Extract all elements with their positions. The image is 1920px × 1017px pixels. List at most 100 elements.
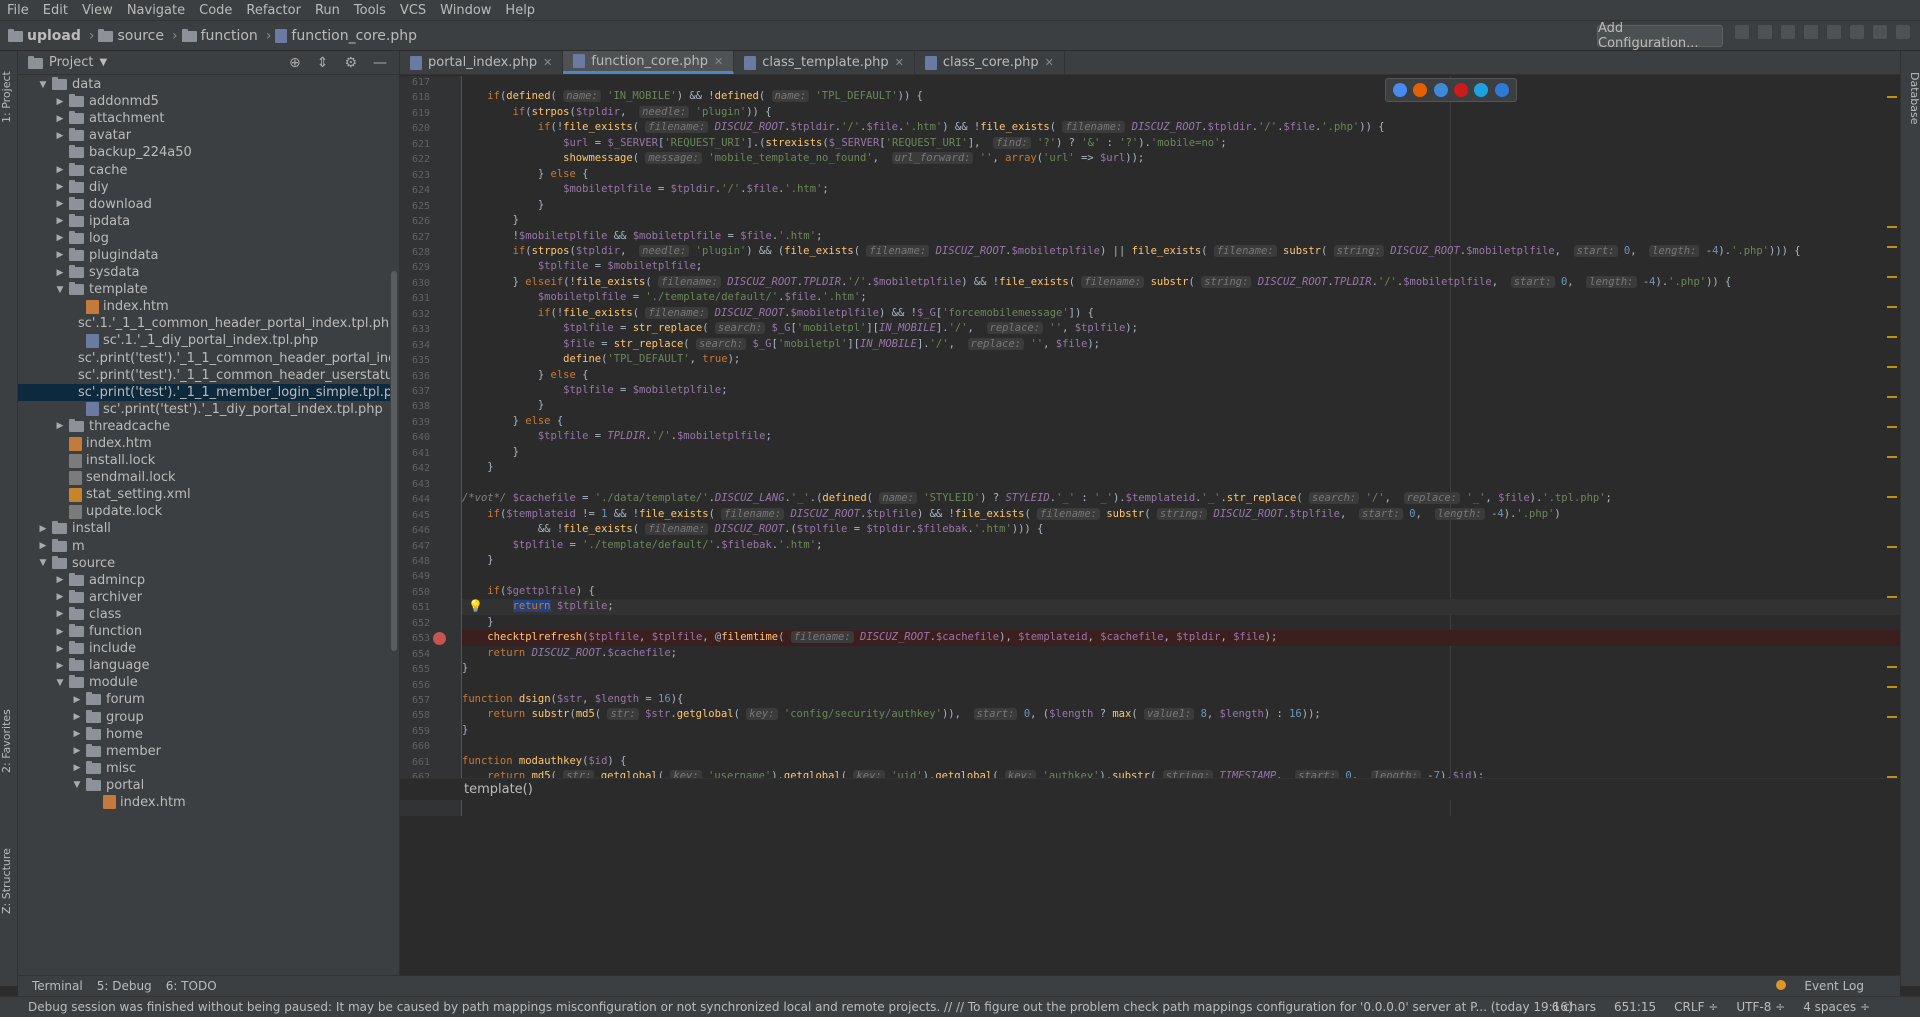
code-line[interactable]: } else {: [462, 368, 1900, 383]
code-line[interactable]: }: [462, 398, 1900, 413]
layout-icon[interactable]: [1850, 25, 1864, 39]
tree-item[interactable]: ▶ plugindata: [18, 247, 390, 264]
line-number[interactable]: 648: [400, 556, 430, 567]
expand-right-icon[interactable]: ▶: [54, 114, 66, 124]
tree-item[interactable]: ▶ install: [18, 520, 390, 537]
code-line[interactable]: }: [462, 553, 1900, 568]
expand-right-icon[interactable]: ▶: [54, 250, 66, 260]
menu-item-run[interactable]: Run: [308, 3, 347, 18]
line-number[interactable]: 659: [400, 726, 430, 737]
tree-item[interactable]: install.lock: [18, 452, 390, 469]
code-line[interactable]: if(defined( name: 'IN_MOBILE') && !defin…: [462, 89, 1900, 104]
ie-icon[interactable]: [1474, 83, 1489, 97]
menu-item-navigate[interactable]: Navigate: [120, 3, 192, 18]
expand-down-icon[interactable]: ▼: [37, 558, 49, 568]
line-number[interactable]: 635: [400, 355, 430, 366]
tree-item[interactable]: ▶ admincp: [18, 572, 390, 589]
line-number[interactable]: 637: [400, 386, 430, 397]
close-icon[interactable]: ✕: [1045, 56, 1054, 69]
line-number[interactable]: 619: [400, 108, 430, 119]
breadcrumb-upload[interactable]: upload: [8, 28, 81, 44]
tree-item[interactable]: backup_224a50: [18, 144, 390, 161]
code-line[interactable]: !$mobiletplfile && $mobiletplfile = $fil…: [462, 229, 1900, 244]
tree-item[interactable]: sc'.1.'_1_1_common_header_portal_index.t…: [18, 315, 390, 332]
tree-item[interactable]: sc'.print('test').'_1_1_common_header_us…: [18, 367, 390, 384]
code-line[interactable]: }: [462, 723, 1900, 738]
lightbulb-icon[interactable]: 💡: [468, 599, 483, 613]
build-icon[interactable]: [1804, 25, 1818, 39]
editor-tab[interactable]: class_template.php ✕: [734, 51, 915, 74]
tree-item[interactable]: ▶ home: [18, 726, 390, 743]
opera-icon[interactable]: [1454, 83, 1469, 97]
coverage-icon[interactable]: [1781, 25, 1795, 39]
code-line[interactable]: $mobiletplfile = $tpldir.'/'.$file.'.htm…: [462, 182, 1900, 197]
line-number[interactable]: 628: [400, 247, 430, 258]
locate-icon[interactable]: ⊕: [289, 55, 301, 71]
code-line[interactable]: define('TPL_DEFAULT', true);: [462, 352, 1900, 367]
code-line[interactable]: } else {: [462, 414, 1900, 429]
tool-tab-structure[interactable]: Z: Structure: [0, 831, 18, 931]
line-number[interactable]: 654: [400, 649, 430, 660]
code-line[interactable]: if(strpos($tpldir, needle: 'plugin')) {: [462, 105, 1900, 120]
tree-item[interactable]: ▼ module: [18, 674, 390, 691]
line-number[interactable]: 655: [400, 664, 430, 675]
minimize-icon[interactable]: —: [373, 55, 387, 71]
settings-icon[interactable]: [1873, 25, 1887, 39]
tree-item[interactable]: ▼ source: [18, 555, 390, 572]
code-view[interactable]: 617 618 if(defined( name: 'IN_MOBILE') &&…: [400, 76, 1900, 816]
expand-right-icon[interactable]: ▶: [54, 268, 66, 278]
terminal-tab[interactable]: Terminal: [32, 979, 83, 993]
code-line[interactable]: $tplfile = str_replace( search: $_G['mob…: [462, 321, 1900, 336]
tree-item[interactable]: ▶ cache: [18, 161, 390, 178]
tree-item[interactable]: ▶ m: [18, 538, 390, 555]
code-line[interactable]: $tplfile = $mobiletplfile;: [462, 383, 1900, 398]
tree-item[interactable]: index.htm: [18, 298, 390, 315]
expand-down-icon[interactable]: ▼: [54, 678, 66, 688]
line-number[interactable]: 640: [400, 432, 430, 443]
line-number[interactable]: 632: [400, 309, 430, 320]
line-number[interactable]: 653: [400, 633, 430, 644]
breadcrumb-file[interactable]: function_core.php: [275, 28, 417, 44]
code-line[interactable]: if($templateid != 1 && !file_exists( fil…: [462, 507, 1900, 522]
expand-down-icon[interactable]: ▼: [37, 80, 49, 90]
code-line[interactable]: }: [462, 460, 1900, 475]
line-number[interactable]: 645: [400, 510, 430, 521]
code-line[interactable]: }: [462, 661, 1900, 676]
line-number[interactable]: 646: [400, 525, 430, 536]
tree-item[interactable]: ▼ data: [18, 76, 390, 93]
line-number[interactable]: 644: [400, 494, 430, 505]
file-encoding[interactable]: UTF-8 ÷: [1736, 1000, 1785, 1014]
expand-right-icon[interactable]: ▶: [54, 165, 66, 175]
tree-item[interactable]: ▶ sysdata: [18, 264, 390, 281]
expand-right-icon[interactable]: ▶: [71, 712, 83, 722]
expand-right-icon[interactable]: ▶: [54, 644, 66, 654]
tree-item[interactable]: sendmail.lock: [18, 469, 390, 486]
expand-right-icon[interactable]: ▶: [54, 609, 66, 619]
menu-item-code[interactable]: Code: [192, 3, 239, 18]
tree-item[interactable]: ▶ threadcache: [18, 418, 390, 435]
line-number[interactable]: 638: [400, 401, 430, 412]
code-line[interactable]: } elseif(!file_exists( filename: DISCUZ_…: [462, 275, 1900, 290]
line-number[interactable]: 620: [400, 123, 430, 134]
collapse-icon[interactable]: ⇕: [317, 55, 329, 71]
line-number[interactable]: 650: [400, 587, 430, 598]
code-line[interactable]: if(!file_exists( filename: DISCUZ_ROOT.$…: [462, 306, 1900, 321]
tree-item[interactable]: update.lock: [18, 503, 390, 520]
tree-item[interactable]: ▼ portal: [18, 777, 390, 794]
line-number[interactable]: 657: [400, 695, 430, 706]
code-line[interactable]: /*vot*/ $cachefile = './data/template/'.…: [462, 491, 1900, 506]
line-number[interactable]: 649: [400, 571, 430, 582]
menu-item-tools[interactable]: Tools: [347, 3, 393, 18]
line-number[interactable]: 656: [400, 680, 430, 691]
expand-right-icon[interactable]: ▶: [54, 661, 66, 671]
search-icon[interactable]: [1896, 25, 1910, 39]
code-line[interactable]: if(!file_exists( filename: DISCUZ_ROOT.$…: [462, 120, 1900, 135]
expand-right-icon[interactable]: ▶: [37, 524, 49, 534]
tree-item[interactable]: sc'.1.'_1_diy_portal_index.tpl.php: [18, 332, 390, 349]
menu-item-window[interactable]: Window: [433, 3, 498, 18]
chrome-icon[interactable]: [1393, 83, 1408, 97]
menu-item-edit[interactable]: Edit: [36, 3, 75, 18]
expand-right-icon[interactable]: ▶: [54, 592, 66, 602]
line-number[interactable]: 642: [400, 463, 430, 474]
editor-tab[interactable]: class_core.php ✕: [915, 51, 1065, 74]
